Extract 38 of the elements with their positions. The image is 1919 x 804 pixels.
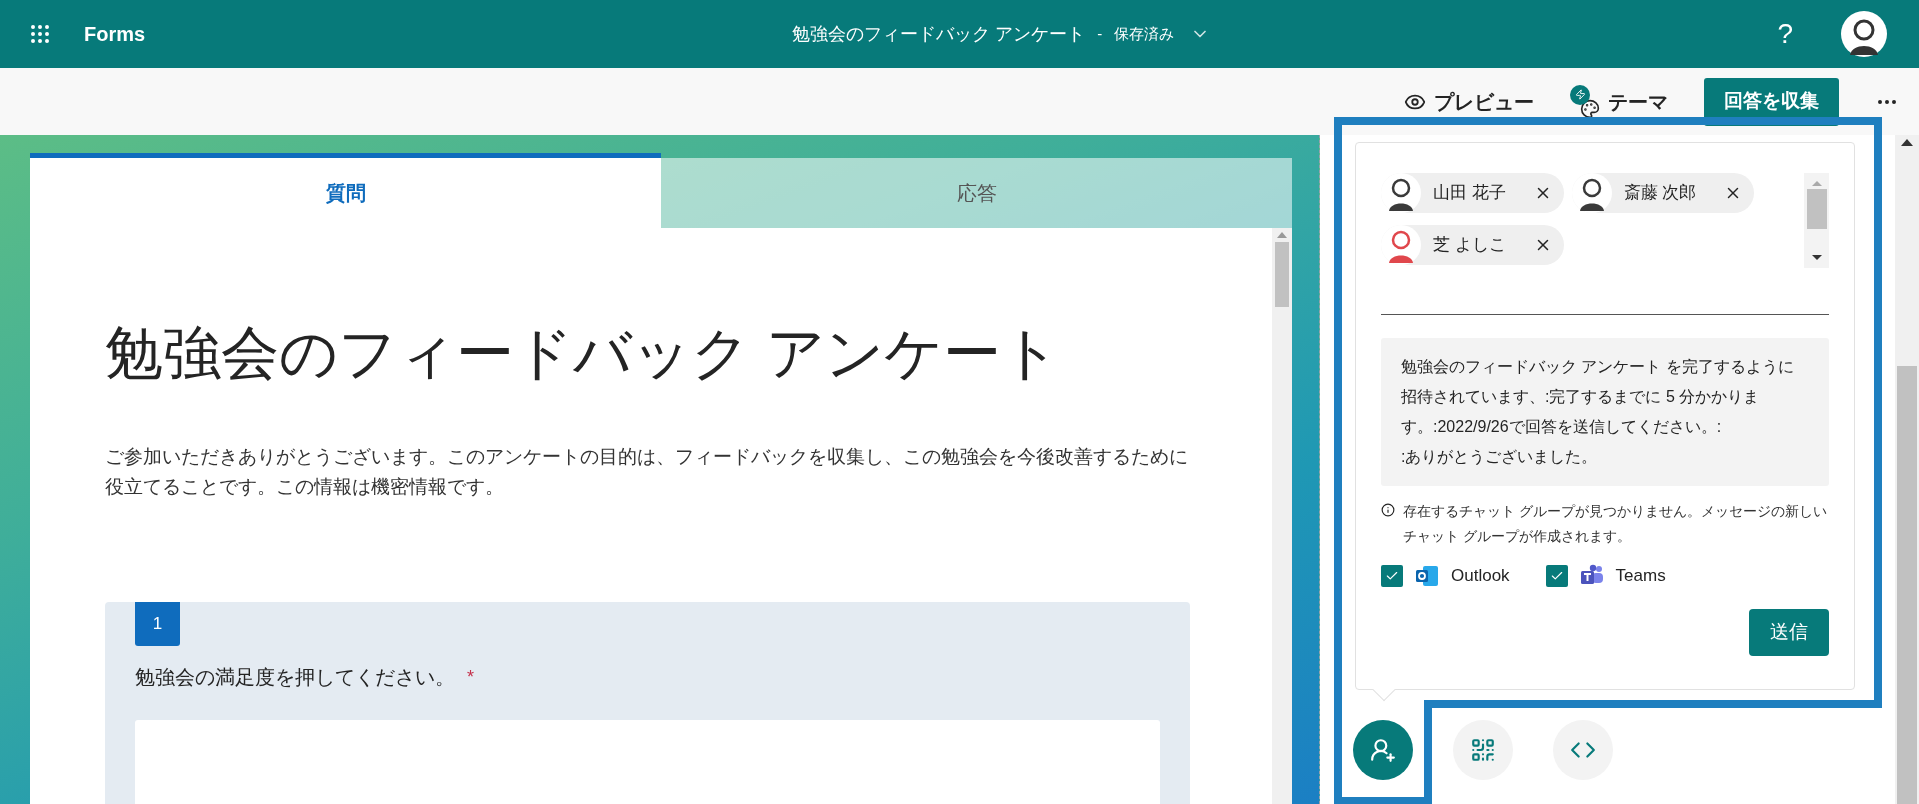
message-box[interactable]: 勉強会のフィードバック アンケート を完了するように招待されています、:完了するまでに 5 分かかります。:2022/9/26で回答を送信してください。: :ありがとうございました。 [1381,338,1829,486]
help-button[interactable]: ? [1777,13,1793,55]
form-tab[interactable]: 質問 [30,153,661,228]
checkbox[interactable] [1381,564,1403,587]
theme-button[interactable]: テーマ [1570,84,1668,119]
question-number: 1 [135,602,180,646]
qr-code-icon [1470,737,1496,763]
form-description: ご参加いただきありがとうございます。このアンケートの目的は、フィードバックを収集し、この勉強会を今後改善するために役立てることです。この情報は機密情報です。 [105,445,1189,499]
app-name: Forms [84,22,146,47]
recipient-name: 斎藤 次郎 [1623,182,1697,205]
scrollbar[interactable] [1804,173,1829,268]
share-mode-button[interactable] [1353,720,1413,780]
scrollbar[interactable] [1895,135,1919,804]
form-title: 勉強会のフィードバック アンケート [792,22,1086,46]
notice-text: 存在するチャット グループが見つかりません。メッセージの新しいチャット グループが作成されます。 [1403,503,1828,546]
channel-label: Teams [1615,565,1666,587]
profile-avatar-icon[interactable] [1841,11,1887,57]
outlook-logo-icon [1415,563,1439,588]
send-button[interactable]: 送信 [1749,608,1829,656]
recipient-chip[interactable]: 山田 花子 [1381,173,1564,213]
form-title-heading: 勉強会のフィードバック アンケート [105,319,1062,387]
channel-label: Outlook [1451,565,1510,587]
recipient-chip[interactable]: 斎藤 次郎 [1571,173,1755,213]
recipient-name: 山田 花子 [1433,182,1506,205]
save-status: 保存済み [1114,23,1175,44]
scrollbar[interactable] [1272,228,1292,804]
waffle-icon [28,22,52,46]
form-tab[interactable]: 応答 [661,158,1292,228]
question-text: 勉強会の満足度を押してください。 [135,665,455,690]
preview-button[interactable]: プレビュー [1404,86,1534,117]
recipient-name: 芝 よしこ [1433,234,1506,257]
required-mark: * [467,665,474,689]
recipient-chip[interactable]: 芝 よしこ [1381,225,1564,265]
checkbox[interactable] [1545,564,1568,587]
title-separator: - [1097,23,1103,44]
info-icon [1381,503,1395,517]
person-send-icon [1370,737,1396,763]
palette-icon [1570,84,1600,119]
